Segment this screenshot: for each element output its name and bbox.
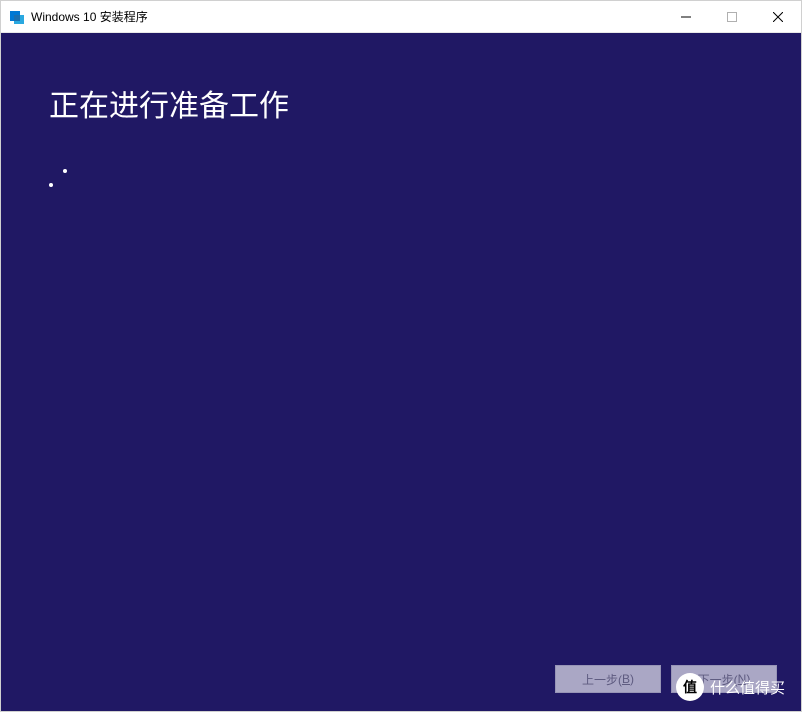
next-button-prefix: 下一步( [698, 671, 738, 688]
installer-window: Windows 10 安装程序 正在进行准备工作 上一步(B) 下一步(N) [0, 0, 802, 712]
spinner-dot [63, 169, 67, 173]
back-button-suffix: ) [630, 672, 634, 686]
content-area: 正在进行准备工作 上一步(B) 下一步(N) 值 什么值得买 [1, 33, 801, 711]
maximize-button [709, 1, 755, 32]
progress-spinner [41, 165, 81, 205]
page-heading: 正在进行准备工作 [49, 81, 753, 125]
close-button[interactable] [755, 1, 801, 32]
wizard-footer: 上一步(B) 下一步(N) [555, 665, 777, 693]
window-controls [663, 1, 801, 32]
window-title: Windows 10 安装程序 [31, 8, 663, 25]
minimize-button[interactable] [663, 1, 709, 32]
spinner-dot [49, 183, 53, 187]
next-button-suffix: ) [746, 672, 750, 686]
titlebar: Windows 10 安装程序 [1, 1, 801, 33]
app-icon [9, 9, 25, 25]
next-button: 下一步(N) [671, 665, 777, 693]
back-button: 上一步(B) [555, 665, 661, 693]
back-button-accel: B [622, 672, 630, 686]
back-button-prefix: 上一步( [582, 671, 622, 688]
next-button-accel: N [738, 672, 747, 686]
